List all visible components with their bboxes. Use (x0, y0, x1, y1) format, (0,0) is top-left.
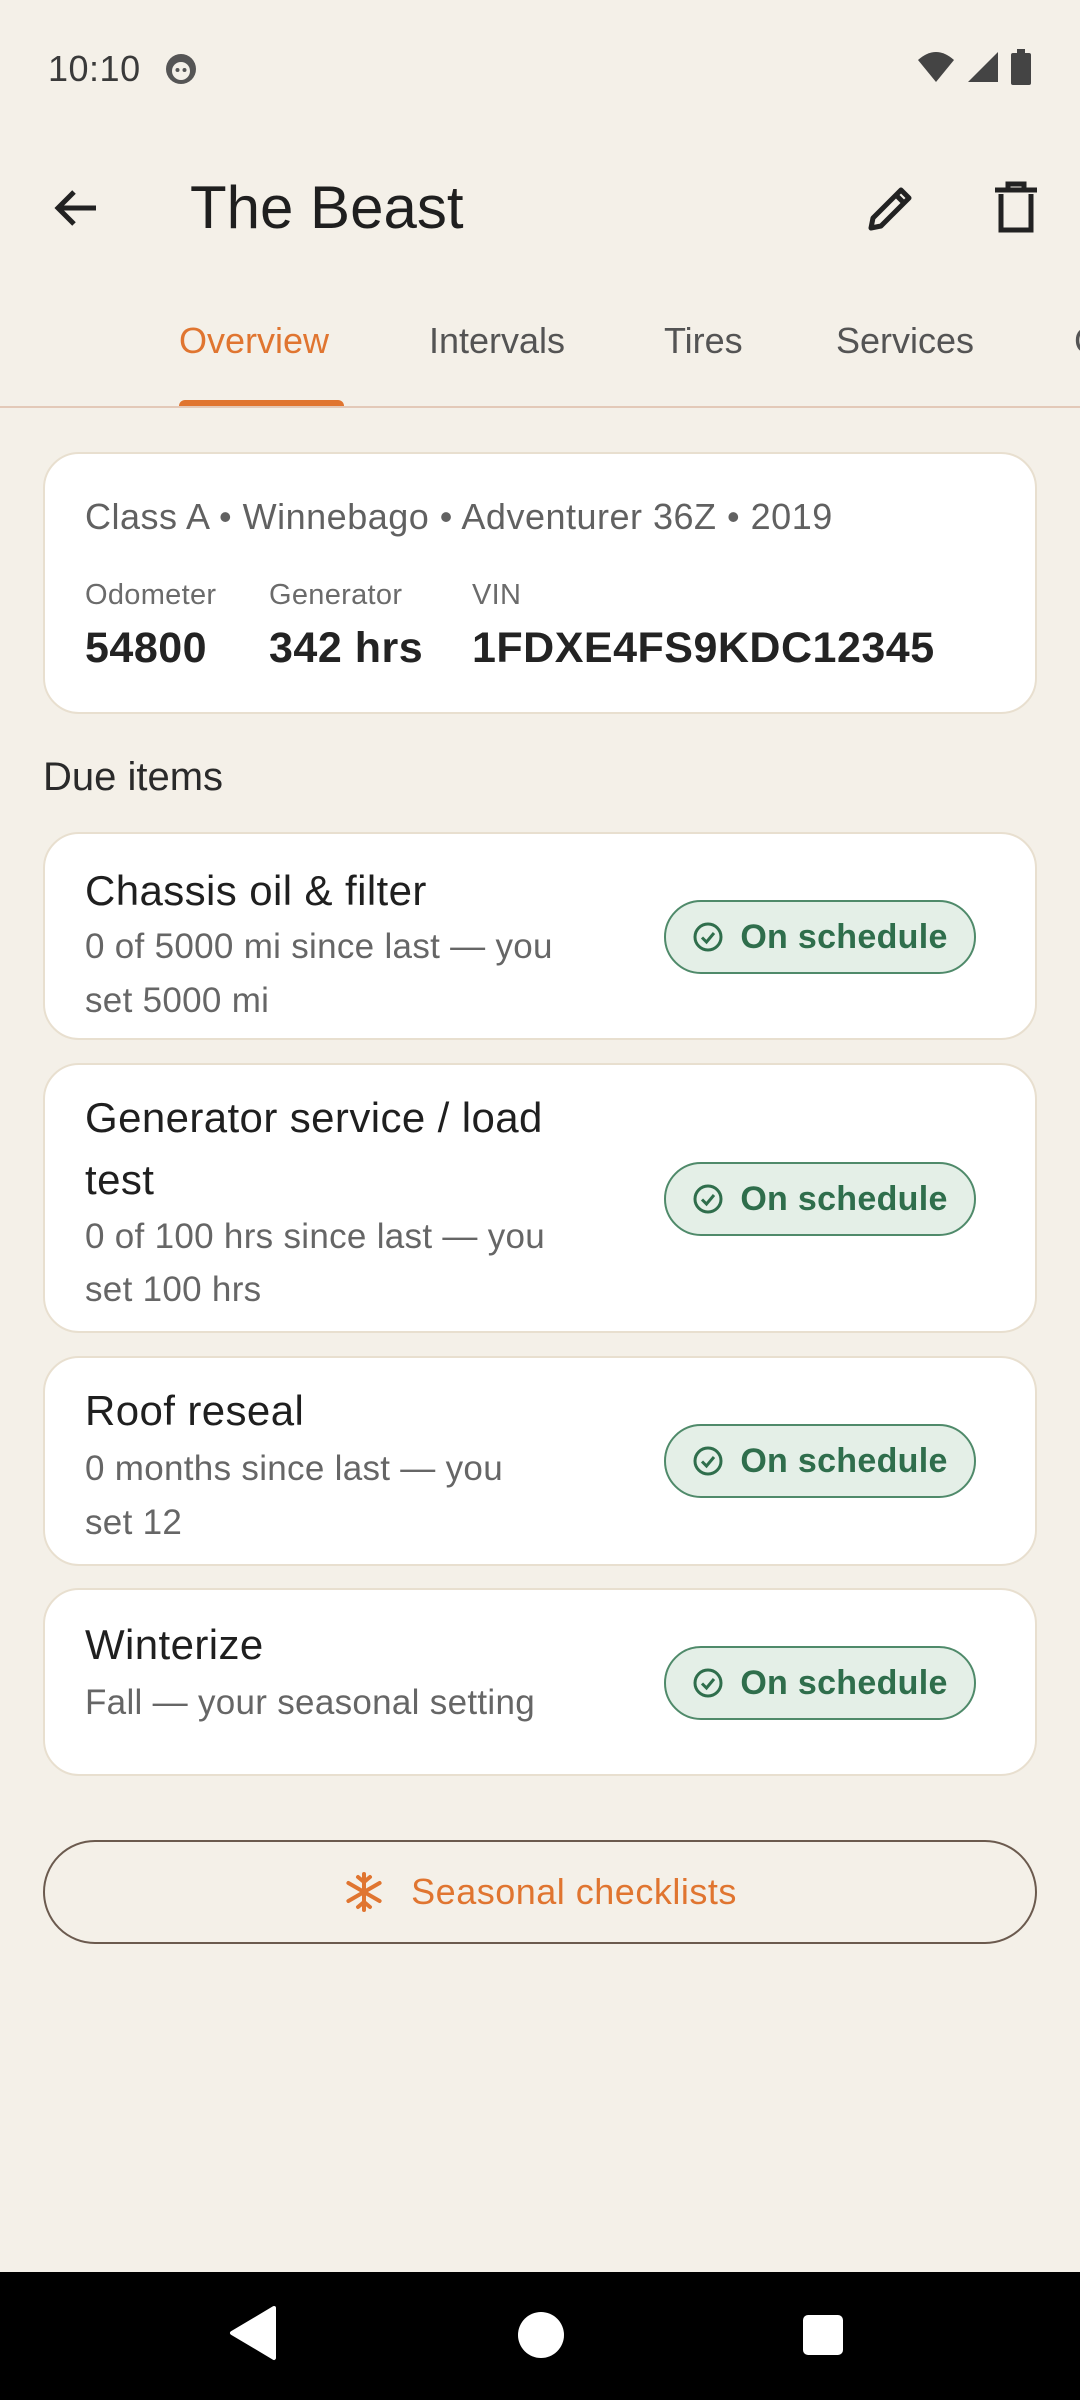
due-item-title: Generator service / load (85, 1094, 543, 1141)
tab-services[interactable]: Services (836, 320, 974, 362)
nav-back-button[interactable] (228, 2304, 278, 2367)
due-item-detail: 0 of 100 hrs since last — you (85, 1217, 546, 1256)
nav-back-icon (230, 2306, 276, 2360)
status-badge-label: On schedule (740, 1179, 948, 1218)
section-heading-due-items: Due items (43, 755, 224, 799)
seasonal-checklists-label: Seasonal checklists (411, 1871, 737, 1912)
nav-recents-button[interactable] (803, 2315, 843, 2355)
status-indicators (916, 48, 1032, 90)
status-badge: On schedule (664, 1424, 976, 1498)
due-item-card[interactable]: Winterize Fall — your seasonal setting O… (43, 1588, 1037, 1776)
edit-button[interactable] (855, 172, 927, 244)
stat-label: Odometer (85, 579, 217, 611)
pencil-icon (868, 187, 912, 231)
status-badge: On schedule (664, 1162, 976, 1236)
vehicle-summary: Class A • Winnebago • Adventurer 36Z • 2… (85, 496, 833, 537)
due-item-detail: 0 of 5000 mi since last — you (85, 927, 553, 966)
status-badge-label: On schedule (740, 917, 948, 956)
stat-value: 1FDXE4FS9KDC12345 (472, 624, 935, 672)
back-button[interactable] (40, 172, 112, 244)
top-app-bar: The Beast (0, 150, 1080, 268)
delete-button[interactable] (980, 172, 1052, 244)
trash-icon (995, 181, 1037, 233)
tab-tires[interactable]: Tires (664, 320, 743, 362)
stat-label: Generator (269, 579, 403, 611)
arrow-back-icon (54, 190, 96, 226)
due-item-card[interactable]: Roof reseal 0 months since last — you se… (43, 1356, 1037, 1566)
due-item-detail: set 12 (85, 1503, 183, 1542)
status-badge-label: On schedule (740, 1441, 948, 1480)
tab-bar: Overview Intervals Tires Services C (0, 300, 1080, 408)
stat-label: VIN (472, 579, 522, 611)
status-badge: On schedule (664, 900, 976, 974)
stat-value: 54800 (85, 624, 208, 672)
tab-intervals[interactable]: Intervals (429, 320, 565, 362)
due-item-detail: set 5000 mi (85, 981, 270, 1020)
due-item-title: Roof reseal (85, 1387, 305, 1434)
due-item-detail: 0 months since last — you (85, 1449, 503, 1488)
page-title: The Beast (190, 174, 464, 241)
vehicle-summary-card: Class A • Winnebago • Adventurer 36Z • 2… (43, 452, 1037, 714)
check-circle-icon (693, 1668, 723, 1698)
tab-overflow[interactable]: C (1074, 320, 1080, 362)
due-item-card[interactable]: Chassis oil & filter 0 of 5000 mi since … (43, 832, 1037, 1040)
status-badge-label: On schedule (740, 1663, 948, 1702)
due-item-detail: set 100 hrs (85, 1270, 262, 1309)
seasonal-checklists-button[interactable]: Seasonal checklists (43, 1840, 1037, 1944)
check-circle-icon (693, 1446, 723, 1476)
cell-signal-icon (966, 50, 1000, 89)
snowflake-icon (346, 1872, 382, 1912)
battery-icon (1010, 48, 1032, 90)
stat-value: 342 hrs (269, 624, 424, 672)
check-circle-icon (693, 922, 723, 952)
due-item-card[interactable]: Generator service / load test 0 of 100 h… (43, 1063, 1037, 1333)
nav-home-button[interactable] (518, 2312, 564, 2358)
due-item-title: Winterize (85, 1621, 264, 1668)
tab-overview[interactable]: Overview (179, 320, 329, 362)
tab-indicator (179, 400, 344, 406)
due-item-detail: Fall — your seasonal setting (85, 1683, 536, 1722)
status-time: 10:10 (48, 48, 141, 89)
notification-app-icon (163, 51, 199, 87)
due-item-title: Chassis oil & filter (85, 867, 427, 914)
status-bar: 10:10 (0, 0, 1080, 138)
odometer-stat: Odometer 54800 (85, 579, 216, 673)
status-badge: On schedule (664, 1646, 976, 1720)
generator-stat: Generator 342 hrs (269, 579, 423, 673)
check-circle-icon (693, 1184, 723, 1214)
system-navigation-bar (0, 2272, 1080, 2400)
vin-stat: VIN 1FDXE4FS9KDC12345 (472, 579, 935, 673)
wifi-icon (916, 50, 956, 89)
due-item-title: test (85, 1156, 155, 1203)
